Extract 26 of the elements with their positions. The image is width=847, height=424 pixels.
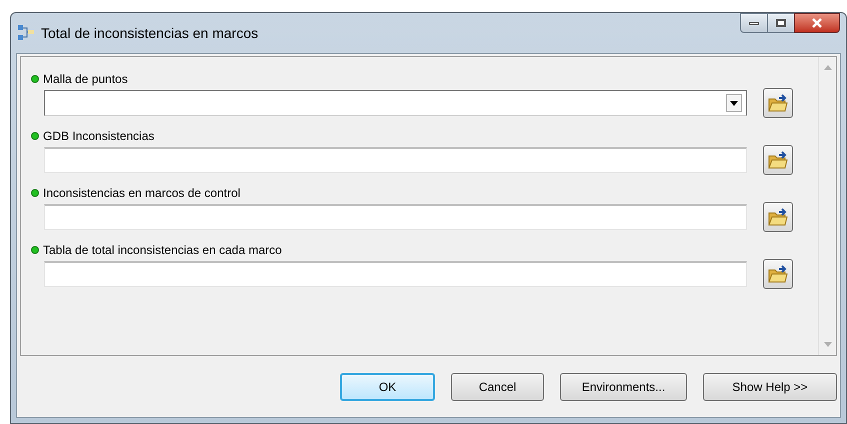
parameter-label: Inconsistencias en marcos de control xyxy=(43,185,240,202)
dialog-button[interactable]: Environments... xyxy=(560,372,687,400)
input-field[interactable] xyxy=(44,261,747,287)
close-button[interactable] xyxy=(794,13,840,33)
dialog-button[interactable]: Show Help >> xyxy=(703,372,837,400)
minimize-button[interactable] xyxy=(740,13,768,33)
browse-button[interactable] xyxy=(763,145,793,175)
folder-icon xyxy=(768,208,788,226)
parameter-label: Malla de puntos xyxy=(43,71,128,88)
window-title: Total de inconsistencias en marcos xyxy=(41,24,258,42)
dropdown-field[interactable] xyxy=(44,90,747,116)
browse-button[interactable] xyxy=(763,259,793,289)
maximize-button[interactable] xyxy=(768,13,794,33)
input-field[interactable] xyxy=(44,204,747,230)
folder-icon xyxy=(768,265,788,283)
dialog-button[interactable]: OK xyxy=(340,372,435,400)
input-field[interactable] xyxy=(44,147,747,173)
dialog-button[interactable]: Cancel xyxy=(451,372,544,400)
folder-icon xyxy=(768,151,788,169)
browse-button[interactable] xyxy=(763,88,793,118)
parameter-label: GDB Inconsistencias xyxy=(43,128,154,145)
browse-button[interactable] xyxy=(763,202,793,232)
close-icon xyxy=(811,18,823,28)
folder-icon xyxy=(768,94,788,112)
tool-icon xyxy=(17,24,35,42)
parameter-label: Tabla de total inconsistencias en cada marco xyxy=(43,242,282,259)
